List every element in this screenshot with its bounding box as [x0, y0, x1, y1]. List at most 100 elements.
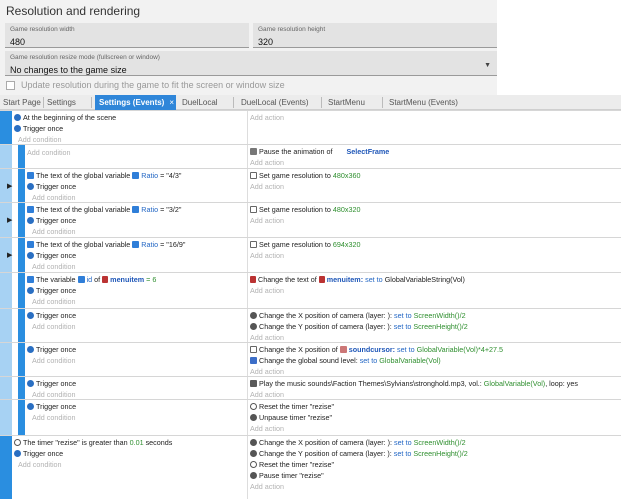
update-resolution-checkbox[interactable] — [6, 81, 15, 90]
close-icon[interactable]: × — [169, 98, 174, 107]
tab-settings[interactable]: Settings — [46, 95, 86, 110]
field-value[interactable]: 320 — [258, 37, 273, 47]
condition[interactable]: Trigger once — [27, 215, 76, 226]
add-action-link[interactable]: Add action — [250, 157, 284, 168]
timer-icon — [250, 472, 257, 479]
trigger-once-icon — [27, 252, 34, 259]
collapse-arrow-icon[interactable]: ▶ — [7, 182, 12, 190]
action[interactable]: Pause the animation of SelectFrame — [250, 146, 389, 157]
field-value[interactable]: 480 — [10, 37, 25, 47]
condition[interactable]: Trigger once — [27, 378, 76, 389]
variable-icon — [132, 241, 140, 248]
action[interactable]: Reset the timer "rezise" — [250, 401, 334, 412]
add-condition-link[interactable]: Add condition — [32, 412, 76, 423]
action[interactable]: Unpause timer "rezise" — [250, 412, 332, 423]
update-resolution-label: Update resolution during the game to fit… — [21, 80, 285, 90]
condition[interactable]: Trigger once — [14, 448, 63, 459]
condition[interactable]: Trigger once — [27, 285, 76, 296]
tab-duellocal[interactable]: DuelLocal — [181, 95, 228, 110]
action[interactable]: Play the music sounds\Faction Themes\Syl… — [250, 378, 578, 389]
event-row[interactable]: Trigger once Add condition Change the X … — [0, 308, 621, 342]
window-icon — [250, 172, 257, 179]
scene-start-icon — [14, 114, 21, 121]
action[interactable]: Reset the timer "rezise" — [250, 459, 334, 470]
animation-icon — [250, 148, 257, 155]
timer-icon — [250, 414, 257, 421]
action[interactable]: Change the X position of camera (layer: … — [250, 310, 466, 321]
event-row[interactable]: ▶ The text of the global variable Ratio … — [0, 202, 621, 237]
condition[interactable]: Trigger once — [27, 344, 76, 355]
condition[interactable]: The text of the global variable Ratio = … — [27, 204, 181, 215]
add-action-link[interactable]: Add action — [250, 112, 284, 123]
add-condition-link[interactable]: Add condition — [32, 296, 76, 307]
add-condition-link[interactable]: Add condition — [18, 459, 62, 470]
action[interactable]: Pause timer "rezise" — [250, 470, 324, 481]
condition[interactable]: The text of the global variable Ratio = … — [27, 239, 185, 250]
action[interactable]: Change the X position of camera (layer: … — [250, 437, 466, 448]
field-label: Game resolution resize mode (fullscreen … — [10, 54, 160, 61]
text-object-icon — [318, 276, 325, 283]
tab-startmenu[interactable]: StartMenu — [327, 95, 377, 110]
add-action-link[interactable]: Add action — [250, 285, 284, 296]
condition[interactable]: Trigger once — [27, 250, 76, 261]
resize-mode-select[interactable]: Game resolution resize mode (fullscreen … — [5, 51, 497, 76]
add-action-link[interactable]: Add action — [250, 215, 284, 226]
event-row[interactable]: The variable id of menuitem = 6 Trigger … — [0, 272, 621, 308]
action[interactable]: Change the Y position of camera (layer: … — [250, 321, 468, 332]
condition[interactable]: The variable id of menuitem = 6 — [27, 274, 156, 285]
event-row[interactable]: ▶ The text of the global variable Ratio … — [0, 237, 621, 272]
condition[interactable]: The timer "rezise" is greater than 0.01 … — [14, 437, 172, 448]
trigger-once-icon — [14, 125, 21, 132]
resolution-width-field[interactable]: Game resolution width 480 — [5, 23, 249, 48]
tab-start-page[interactable]: Start Page — [2, 95, 42, 110]
condition[interactable]: The text of the global variable Ratio = … — [27, 170, 181, 181]
action[interactable]: Set game resolution to 480x320 — [250, 204, 361, 215]
event-row[interactable]: ▶ The text of the global variable Ratio … — [0, 168, 621, 202]
event-row[interactable]: Trigger once Add condition Change the X … — [0, 342, 621, 376]
event-bar — [0, 111, 12, 144]
condition[interactable]: Trigger once — [14, 123, 63, 134]
condition[interactable]: Trigger once — [27, 310, 76, 321]
tab-settings-events[interactable]: Settings (Events) × — [95, 95, 176, 110]
action[interactable]: Set game resolution to 480x360 — [250, 170, 361, 181]
variable-icon — [132, 172, 140, 179]
collapse-arrow-icon[interactable]: ▶ — [7, 251, 12, 259]
action[interactable]: Change the Y position of camera (layer: … — [250, 448, 468, 459]
condition[interactable]: At the beginning of the scene — [14, 112, 116, 123]
add-action-link[interactable]: Add action — [250, 181, 284, 192]
field-label: Game resolution width — [10, 26, 75, 33]
action[interactable]: Change the text of menuitem: set to Glob… — [250, 274, 465, 285]
music-icon — [250, 380, 257, 387]
condition[interactable]: Trigger once — [27, 401, 76, 412]
add-action-link[interactable]: Add action — [250, 423, 284, 434]
add-condition-link[interactable]: Add condition — [32, 321, 76, 332]
trigger-once-icon — [14, 450, 21, 457]
tab-duellocal-events[interactable]: DuelLocal (Events) — [240, 95, 315, 110]
condition[interactable]: Trigger once — [27, 181, 76, 192]
add-condition-link[interactable]: Add condition — [32, 355, 76, 366]
collapse-arrow-icon[interactable]: ▶ — [7, 216, 12, 224]
event-row[interactable]: Trigger once Add condition Play the musi… — [0, 376, 621, 399]
resolution-height-field[interactable]: Game resolution height 320 — [253, 23, 497, 48]
add-action-link[interactable]: Add action — [250, 250, 284, 261]
text-icon — [250, 276, 256, 283]
add-action-link[interactable]: Add action — [250, 481, 284, 492]
events-sheet: At the beginning of the scene Trigger on… — [0, 110, 621, 499]
trigger-once-icon — [27, 403, 34, 410]
event-row[interactable]: At the beginning of the scene Trigger on… — [0, 110, 621, 144]
window-icon — [250, 206, 257, 213]
select-value: No changes to the game size — [10, 65, 127, 75]
action[interactable]: Change the X position of soundcursor: se… — [250, 344, 503, 355]
add-condition-link[interactable]: Add condition — [27, 147, 71, 158]
timer-icon — [14, 439, 21, 446]
tab-startmenu-events[interactable]: StartMenu (Events) — [388, 95, 468, 110]
event-row[interactable]: Add condition Pause the animation of Sel… — [0, 144, 621, 168]
event-row[interactable]: The timer "rezise" is greater than 0.01 … — [0, 435, 621, 499]
add-condition-link[interactable]: Add condition — [32, 261, 76, 272]
trigger-once-icon — [27, 217, 34, 224]
event-row[interactable]: Trigger once Add condition Reset the tim… — [0, 399, 621, 435]
add-condition-link[interactable]: Add condition — [32, 226, 76, 237]
action[interactable]: Set game resolution to 694x320 — [250, 239, 361, 250]
camera-icon — [250, 323, 257, 330]
action[interactable]: Change the global sound level: set to Gl… — [250, 355, 441, 366]
